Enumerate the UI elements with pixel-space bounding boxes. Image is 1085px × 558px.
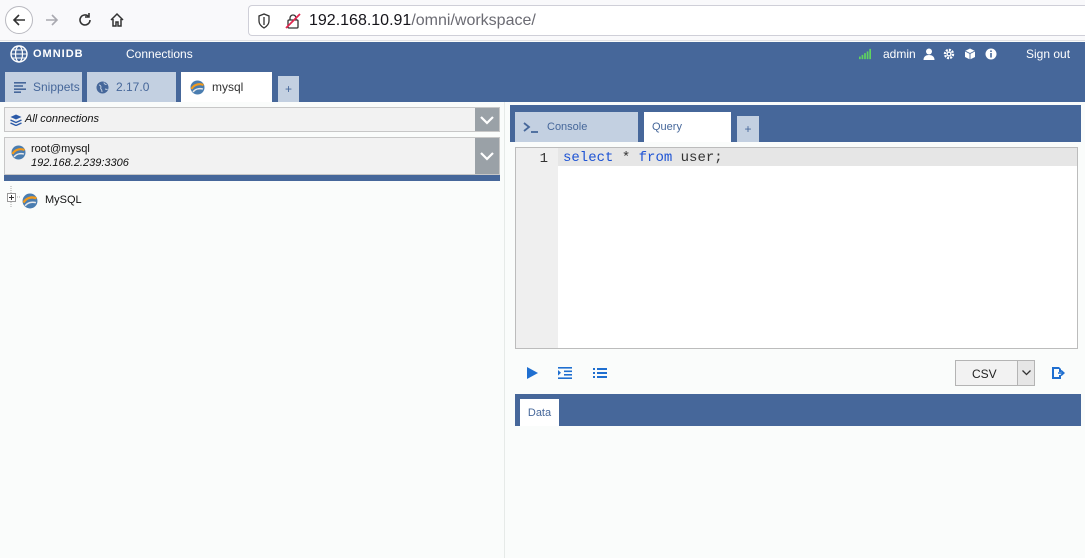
tab-console[interactable]: Console	[515, 112, 638, 142]
info-icon[interactable]	[985, 48, 997, 60]
export-format-value: CSV	[972, 367, 997, 381]
url-host: 192.168.10.91	[309, 12, 412, 29]
connections-link[interactable]: Connections	[126, 47, 193, 61]
chevron-down-icon	[480, 152, 494, 161]
snippets-icon	[14, 82, 26, 93]
results-tab-strip: Data	[515, 394, 1081, 426]
line-number: 1	[539, 151, 548, 167]
brand-name: OMNIDB	[33, 48, 84, 60]
layers-icon	[10, 114, 22, 126]
omnidb-logo[interactable]: OMNIDB	[10, 45, 84, 63]
dropdown-arrow[interactable]	[475, 138, 499, 174]
code-rest: user;	[672, 150, 723, 166]
address-bar[interactable]: 192.168.10.91/omni/workspace/	[248, 5, 1085, 36]
expand-toggle[interactable]	[7, 193, 16, 202]
keyword-from: from	[638, 150, 673, 166]
signal-strength-icon	[859, 48, 871, 60]
format-dropdown-arrow[interactable]	[1017, 361, 1034, 385]
shield-icon[interactable]	[257, 13, 271, 29]
insecure-lock-icon[interactable]	[285, 13, 301, 29]
panel-divider	[4, 175, 500, 181]
indent-icon[interactable]	[558, 366, 572, 380]
line-gutter: 1	[516, 148, 558, 348]
url-text: 192.168.10.91/omni/workspace/	[309, 12, 536, 30]
omnidb-logo-icon	[10, 45, 28, 63]
tab-label: Snippets	[33, 80, 80, 94]
connection-select[interactable]: root@mysql 192.168.2.239:3306	[4, 137, 500, 175]
export-format-select[interactable]: CSV	[955, 360, 1035, 386]
gear-icon[interactable]	[943, 48, 955, 60]
connection-panel: All connections root@mysql 192.168.2.239…	[0, 102, 505, 558]
connection-user: root@mysql	[31, 143, 90, 155]
dropdown-arrow[interactable]	[475, 108, 499, 131]
all-connections-label: All connections	[25, 113, 99, 125]
browser-toolbar: 192.168.10.91/omni/workspace/	[0, 0, 1085, 41]
app-header: OMNIDB Connections admin Sign out	[0, 42, 1085, 67]
tab-version[interactable]: 2.17.0	[87, 72, 176, 102]
tab-query-label: Query	[652, 121, 682, 133]
back-button[interactable]	[5, 6, 33, 34]
connection-host: 192.168.2.239:3306	[31, 157, 129, 169]
tab-label: 2.17.0	[116, 80, 150, 94]
cube-icon[interactable]	[964, 48, 976, 60]
keyword-select: select	[563, 150, 614, 166]
workspace-tab-strip: Snippets 2.17.0 mysql +	[0, 67, 1085, 102]
add-tab-button[interactable]: +	[278, 76, 299, 102]
tab-mysql[interactable]: mysql	[181, 72, 272, 102]
tab-snippets[interactable]: Snippets	[5, 72, 82, 102]
username: admin	[883, 47, 916, 61]
url-path: /omni/workspace/	[411, 12, 536, 29]
mysql-icon	[22, 193, 38, 209]
terminal-icon	[523, 122, 538, 133]
plus-icon	[9, 195, 14, 200]
sql-editor[interactable]: 1 select * from user;	[515, 147, 1078, 349]
sign-out-link[interactable]: Sign out	[1026, 47, 1070, 61]
connection-group-select[interactable]: All connections	[4, 107, 500, 132]
forward-button[interactable]	[38, 6, 66, 34]
add-inner-tab-button[interactable]: +	[737, 116, 759, 142]
inner-tab-strip: Console Query +	[510, 105, 1081, 142]
arrow-right-icon	[46, 14, 59, 26]
reload-icon	[79, 13, 91, 26]
tab-data[interactable]: Data	[520, 399, 559, 426]
tab-label: mysql	[212, 80, 244, 94]
tree-node-mysql[interactable]: MySQL	[45, 194, 82, 206]
list-icon[interactable]	[593, 366, 607, 380]
home-icon	[110, 12, 124, 27]
mysql-icon	[190, 80, 205, 94]
code-star: *	[613, 150, 639, 166]
chevron-down-icon	[480, 115, 494, 125]
globe-icon	[96, 81, 109, 93]
tab-query[interactable]: Query	[644, 112, 731, 142]
user-icon[interactable]	[923, 48, 935, 60]
mysql-icon	[11, 145, 26, 160]
chevron-down-icon	[1021, 370, 1031, 376]
reload-button[interactable]	[71, 6, 99, 34]
tab-console-label: Console	[547, 121, 588, 133]
export-icon[interactable]	[1051, 366, 1065, 380]
home-button[interactable]	[103, 6, 131, 34]
play-icon[interactable]	[525, 366, 539, 380]
arrow-left-icon	[12, 14, 25, 26]
code-line[interactable]: select * from user;	[563, 150, 723, 166]
query-toolbar: CSV	[515, 353, 1080, 393]
